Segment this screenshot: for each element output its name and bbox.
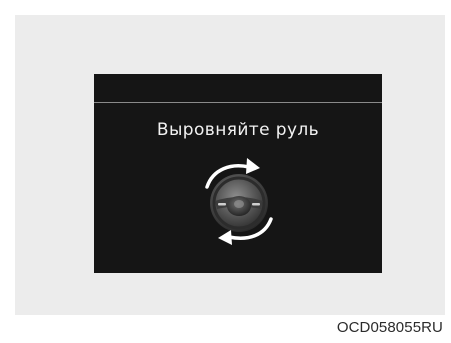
steering-wheel-align-icon	[191, 149, 291, 249]
align-steering-message: Выровняйте руль	[156, 120, 320, 140]
display-top-strip	[94, 74, 382, 102]
figure-code: OCD058055RU	[336, 319, 443, 336]
display-divider	[94, 102, 382, 103]
cluster-display-screen: Выровняйте руль	[94, 74, 382, 273]
steering-wheel-icon	[210, 174, 268, 232]
